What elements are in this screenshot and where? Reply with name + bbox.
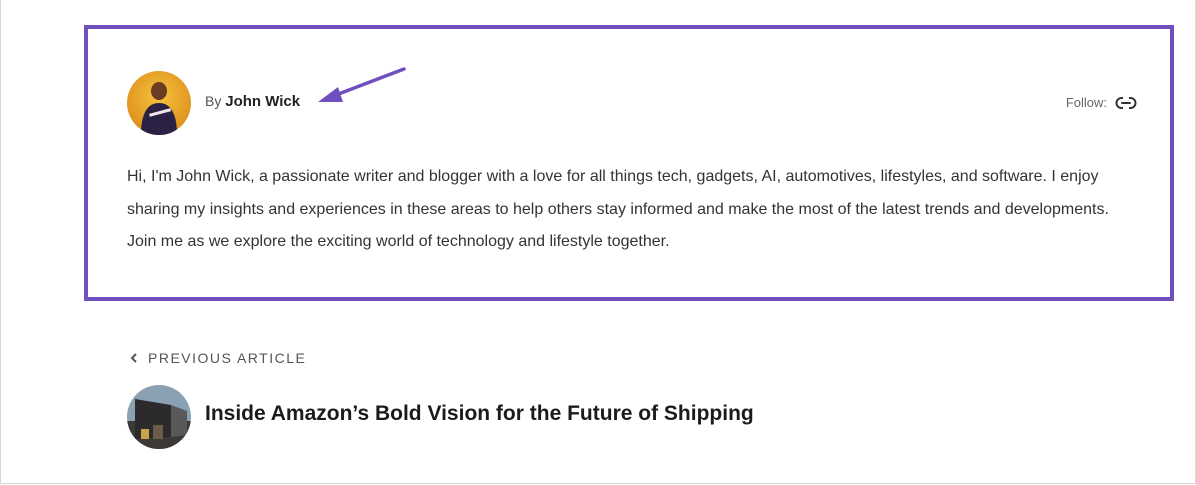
chevron-left-icon [130,350,138,366]
author-byline: By John Wick [205,93,300,110]
previous-article-title[interactable]: Inside Amazon’s Bold Vision for the Futu… [205,402,754,426]
author-box: By John Wick Follow: Hi, I'm John Wick, … [84,25,1174,301]
author-name-link[interactable]: John Wick [225,93,300,110]
previous-article-link[interactable]: PREVIOUS ARTICLE [130,350,306,366]
link-icon[interactable] [1115,95,1137,110]
follow-section: Follow: [1066,95,1137,110]
author-avatar[interactable] [127,71,191,135]
author-bio: Hi, I'm John Wick, a passionate writer a… [127,168,1109,250]
by-label: By [205,93,222,109]
annotation-arrow [318,67,406,102]
previous-article-label: PREVIOUS ARTICLE [148,350,307,366]
previous-article-thumbnail[interactable] [127,385,191,449]
follow-label: Follow: [1065,95,1107,110]
